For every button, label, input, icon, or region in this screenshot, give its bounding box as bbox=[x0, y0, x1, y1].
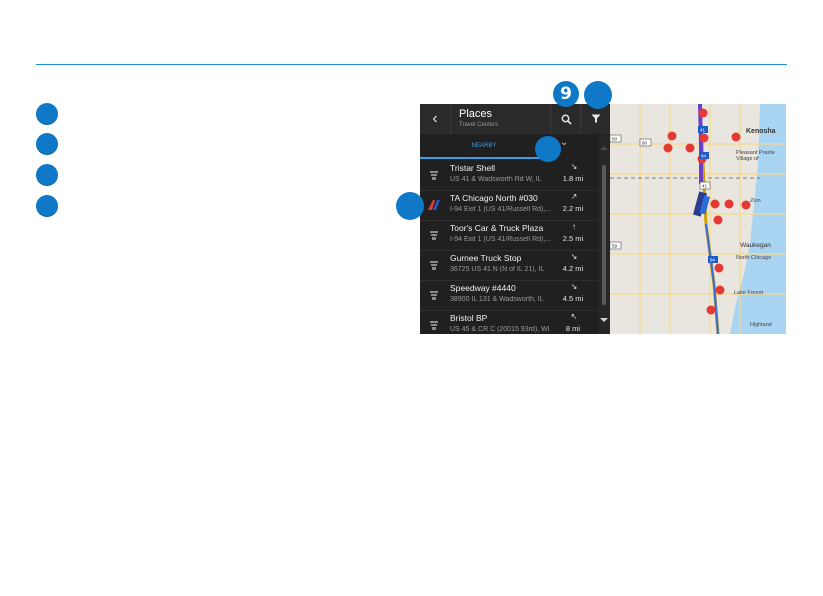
fuel-pump-icon bbox=[430, 261, 438, 270]
list-item[interactable]: Toor's Car & Truck Plaza I-94 Exit 1 (US… bbox=[420, 220, 598, 251]
poi-marker bbox=[698, 108, 708, 118]
device-screen: ‹ Places Travel Centers NEARBY ⌄ Tristar… bbox=[420, 104, 786, 334]
callout-number: 9 bbox=[560, 84, 572, 104]
map-canvas: Kenosha Pleasant Prairie Village of Zion… bbox=[609, 104, 786, 334]
direction-arrow-icon: ↘ bbox=[570, 162, 578, 171]
list-item[interactable]: Bristol BP US 45 & CR C (20015 93rd), WI… bbox=[420, 310, 598, 334]
map-view[interactable]: Kenosha Pleasant Prairie Village of Zion… bbox=[609, 104, 786, 334]
places-tabs: NEARBY ⌄ bbox=[420, 135, 610, 159]
poi-marker bbox=[710, 199, 720, 209]
place-distance: 1.8 mi bbox=[562, 174, 584, 183]
route-shield-90: 90 bbox=[642, 141, 648, 146]
place-distance: 2.2 mi bbox=[562, 204, 584, 213]
direction-arrow-icon: ↗ bbox=[570, 192, 578, 201]
back-button[interactable]: ‹ bbox=[420, 104, 451, 134]
list-item[interactable]: Gurnee Truck Stop 36725 US 41 N (N of IL… bbox=[420, 250, 598, 281]
scroll-up-icon[interactable] bbox=[598, 143, 610, 153]
filter-icon bbox=[591, 114, 601, 123]
place-address: I-94 Exit 1 (US 41/Russell Rd),... bbox=[450, 206, 552, 213]
map-label-north-chicago: North Chicago bbox=[736, 255, 771, 261]
fuel-pump-icon bbox=[430, 231, 438, 240]
poi-marker bbox=[663, 143, 673, 153]
places-header: ‹ Places Travel Centers bbox=[420, 104, 610, 134]
route-shield-94a: 94 bbox=[701, 154, 707, 159]
route-shield-59: 59 bbox=[612, 244, 618, 249]
place-name: TA Chicago North #030 bbox=[450, 193, 538, 203]
direction-arrow-icon: ↑ bbox=[572, 222, 576, 231]
search-button[interactable] bbox=[550, 104, 581, 134]
map-label-lake-forest: Lake Forest bbox=[734, 290, 764, 296]
poi-marker bbox=[713, 215, 723, 225]
map-label-waukegan: Waukegan bbox=[740, 242, 771, 249]
list-item[interactable]: TA Chicago North #030 I-94 Exit 1 (US 41… bbox=[420, 190, 598, 221]
poi-marker bbox=[731, 132, 741, 142]
poi-marker bbox=[714, 263, 724, 273]
place-distance: 4.2 mi bbox=[562, 264, 584, 273]
place-name: Speedway #4440 bbox=[450, 283, 516, 293]
place-distance: 2.5 mi bbox=[562, 234, 584, 243]
place-address: 36725 US 41 N (N of IL 21), IL bbox=[450, 266, 545, 273]
fuel-pump-icon bbox=[430, 321, 438, 330]
place-address: US 41 & Wadsworth Rd W, IL bbox=[450, 176, 542, 183]
list-item[interactable]: Tristar Shell US 41 & Wadsworth Rd W, IL… bbox=[420, 160, 598, 191]
places-panel: ‹ Places Travel Centers NEARBY ⌄ Tristar… bbox=[420, 104, 610, 334]
place-name: Toor's Car & Truck Plaza bbox=[450, 223, 544, 233]
route-shield-50: 50 bbox=[612, 137, 618, 142]
place-address: US 45 & CR C (20015 93rd), WI bbox=[450, 326, 550, 333]
direction-arrow-icon: ↘ bbox=[570, 252, 578, 261]
poi-marker bbox=[706, 305, 716, 315]
poi-marker bbox=[724, 199, 734, 209]
place-name: Tristar Shell bbox=[450, 163, 496, 173]
route-shield-41b: 41 bbox=[702, 184, 708, 189]
ta-logo-icon bbox=[428, 200, 440, 210]
fuel-pump-icon bbox=[430, 171, 438, 180]
map-label-kenosha: Kenosha bbox=[746, 128, 776, 135]
callout-tab-dropdown bbox=[535, 136, 561, 162]
chevron-down-icon[interactable]: ⌄ bbox=[560, 137, 568, 148]
bullet-3 bbox=[36, 164, 58, 186]
search-icon bbox=[561, 114, 572, 125]
tab-nearby[interactable]: NEARBY bbox=[420, 135, 548, 159]
page-subtitle: Travel Centers bbox=[459, 122, 499, 128]
list-scrollbar[interactable] bbox=[598, 135, 610, 334]
map-label-village-of: Village of bbox=[736, 156, 759, 162]
poi-marker bbox=[667, 131, 677, 141]
place-address: I-94 Exit 1 (US 41/Russell Rd),... bbox=[450, 236, 552, 243]
fuel-pump-icon bbox=[430, 291, 438, 300]
list-item[interactable]: Speedway #4440 38900 IL 131 & Wadsworth,… bbox=[420, 280, 598, 311]
bullet-4 bbox=[36, 195, 58, 217]
map-label-highland: Highland bbox=[750, 322, 772, 328]
poi-marker bbox=[685, 143, 695, 153]
place-address: 38900 IL 131 & Wadsworth, IL bbox=[450, 296, 544, 303]
bullet-1 bbox=[36, 103, 58, 125]
page-title: Places bbox=[459, 108, 493, 120]
direction-arrow-icon: ↖ bbox=[570, 312, 578, 321]
places-list: Tristar Shell US 41 & Wadsworth Rd W, IL… bbox=[420, 160, 598, 334]
map-label-zion: Zion bbox=[750, 198, 761, 204]
route-shield-94b: 94 bbox=[710, 258, 716, 263]
scroll-thumb[interactable] bbox=[602, 165, 606, 305]
header-rule bbox=[36, 64, 787, 65]
scroll-down-icon[interactable] bbox=[598, 315, 610, 325]
place-distance: 8 mi bbox=[565, 324, 581, 333]
place-name: Gurnee Truck Stop bbox=[450, 253, 522, 263]
place-distance: 4.5 mi bbox=[562, 294, 584, 303]
route-shield-41a: 41 bbox=[700, 128, 706, 133]
poi-marker bbox=[699, 133, 709, 143]
callout-filter bbox=[584, 81, 612, 109]
place-name: Bristol BP bbox=[450, 313, 488, 323]
chevron-left-icon: ‹ bbox=[432, 110, 438, 127]
callout-ta-logo bbox=[396, 192, 424, 220]
bullet-2 bbox=[36, 133, 58, 155]
direction-arrow-icon: ↘ bbox=[570, 282, 578, 291]
callout-9: 9 bbox=[553, 81, 579, 107]
poi-marker bbox=[715, 285, 725, 295]
